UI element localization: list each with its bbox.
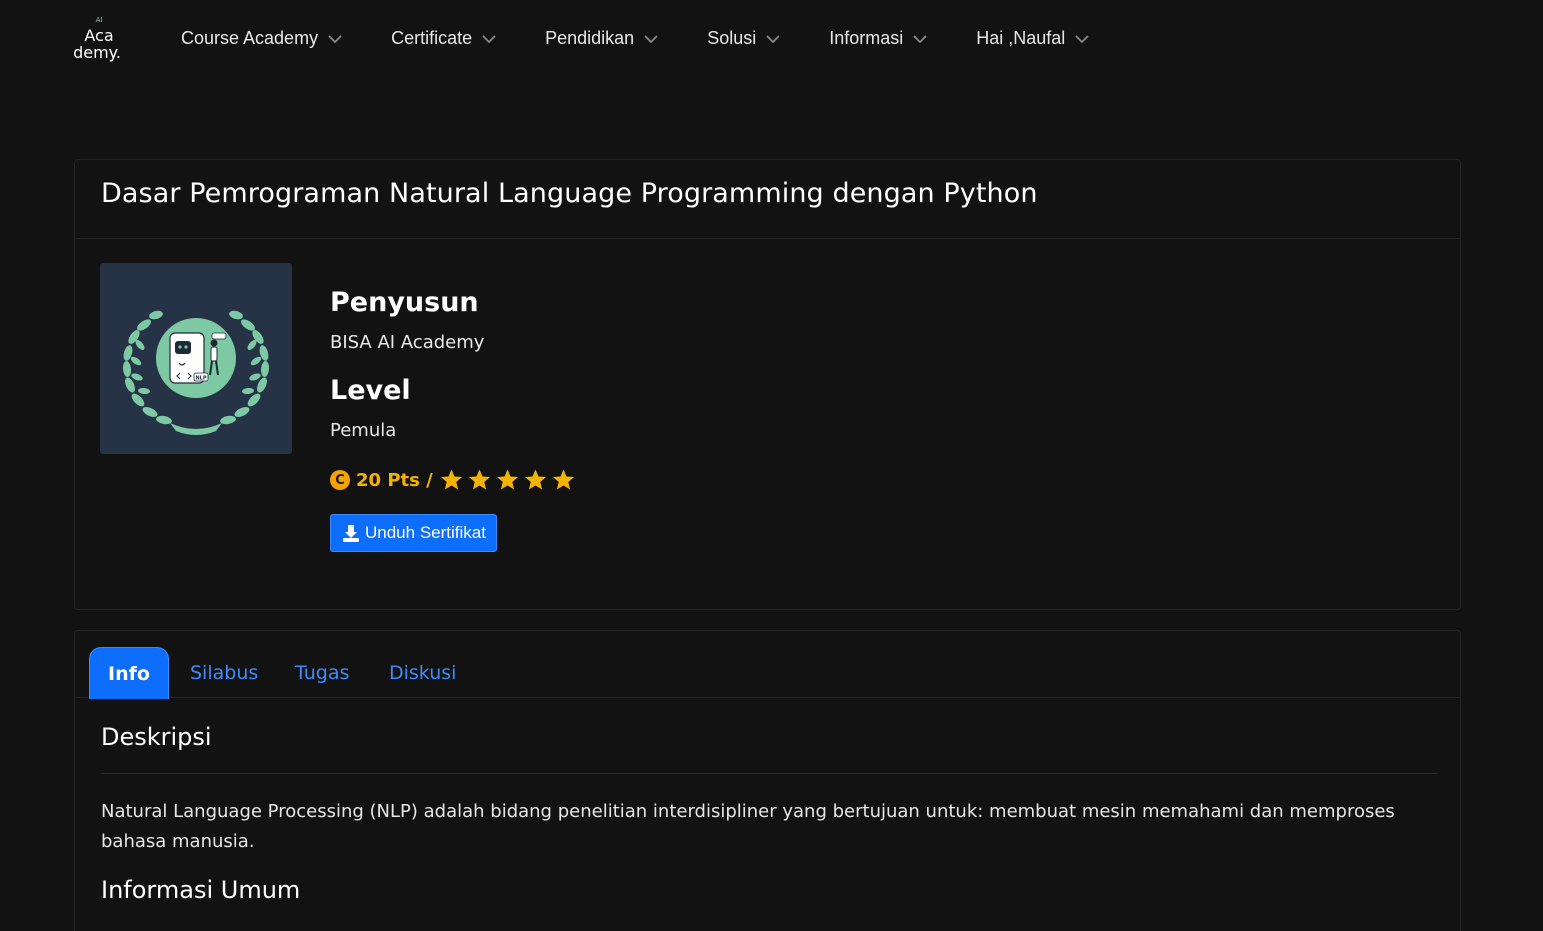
logo-ai-mark: AI — [96, 16, 103, 24]
chevron-down-icon — [1075, 34, 1089, 43]
nav-item-label: Certificate — [391, 28, 473, 48]
nav-item-label: Pendidikan — [545, 28, 635, 48]
logo-text-bottom: demy. — [73, 43, 121, 62]
download-certificate-label: Unduh Sertifikat — [365, 523, 486, 542]
academy-logo[interactable]: AI Aca demy. — [72, 14, 126, 68]
points-rating-row: C 20 Pts / — [330, 468, 1130, 492]
chevron-down-icon — [644, 34, 658, 43]
course-detail-card: Dasar Pemrograman Natural Language Progr… — [74, 159, 1461, 610]
course-title: Dasar Pemrograman Natural Language Progr… — [101, 178, 1038, 209]
author-label: Penyusun — [330, 287, 479, 318]
tab-label: Silabus — [190, 662, 259, 684]
description-text: Natural Language Processing (NLP) adalah… — [101, 801, 1395, 852]
tab-silabus[interactable]: Silabus — [190, 647, 258, 699]
tab-label: Info — [108, 662, 150, 685]
course-card-header: Dasar Pemrograman Natural Language Progr… — [75, 160, 1460, 239]
general-info-heading: Informasi Umum — [101, 876, 301, 904]
chevron-down-icon — [766, 34, 780, 43]
nav-item-label: Hai ,Naufal — [976, 28, 1066, 48]
nav-item-course-academy[interactable]: Course Academy — [181, 28, 343, 49]
thumbnail-badge-text: NLP — [195, 376, 206, 382]
description-heading: Deskripsi — [101, 723, 212, 751]
tab-bar: Info Silabus Tugas Diskusi — [75, 631, 1460, 699]
nav-item-user-menu[interactable]: Hai ,Naufal — [976, 28, 1090, 49]
tab-diskusi[interactable]: Diskusi — [389, 647, 456, 699]
download-icon — [343, 525, 359, 542]
nav-item-label: Course Academy — [181, 28, 319, 48]
download-certificate-button[interactable]: Unduh Sertifikat — [330, 514, 497, 552]
star-icon — [496, 469, 518, 490]
rating-stars — [439, 468, 579, 492]
section-divider — [101, 773, 1437, 774]
tab-info[interactable]: Info — [89, 647, 169, 699]
author-value: BISA AI Academy — [330, 332, 485, 353]
top-navbar: AI Aca demy. Course Academy Certificate … — [0, 0, 1543, 80]
course-tabs-card: Info Silabus Tugas Diskusi Deskripsi Nat… — [74, 630, 1461, 931]
nav-menu: Course Academy Certificate Pendidikan So… — [181, 28, 1090, 49]
chevron-down-icon — [328, 34, 342, 43]
tab-label: Diskusi — [389, 662, 457, 684]
laurel-badge-robot-icon: NLP — [122, 310, 270, 435]
star-icon — [552, 469, 574, 490]
chevron-down-icon — [913, 34, 927, 43]
nav-item-label: Informasi — [829, 28, 904, 48]
nav-item-certificate[interactable]: Certificate — [391, 28, 497, 49]
level-label: Level — [330, 375, 411, 406]
course-info: Penyusun BISA AI Academy Level Pemula C … — [330, 287, 1130, 552]
points-text: 20 Pts / — [356, 469, 433, 491]
chevron-down-icon — [482, 34, 496, 43]
tab-tugas[interactable]: Tugas — [295, 647, 349, 699]
nav-item-informasi[interactable]: Informasi — [829, 28, 928, 49]
nav-item-solusi[interactable]: Solusi — [707, 28, 781, 49]
star-icon — [524, 469, 546, 490]
level-value: Pemula — [330, 420, 397, 441]
coin-icon: C — [330, 470, 350, 490]
tab-label: Tugas — [295, 662, 350, 684]
nav-item-label: Solusi — [707, 28, 757, 48]
star-icon — [440, 469, 462, 490]
star-icon — [468, 469, 490, 490]
nav-item-pendidikan[interactable]: Pendidikan — [545, 28, 659, 49]
course-thumbnail: NLP — [100, 263, 292, 454]
